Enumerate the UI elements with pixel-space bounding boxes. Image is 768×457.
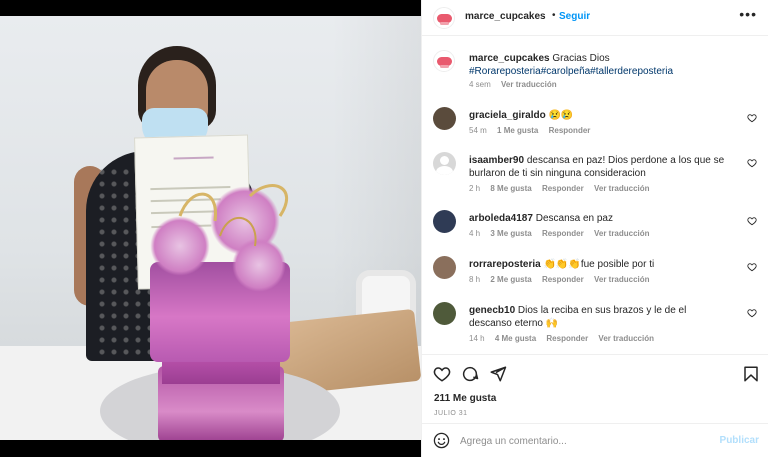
comment-username[interactable]: arboleda4187	[469, 213, 533, 224]
comment-likes[interactable]: 3 Me gusta	[490, 229, 531, 238]
author-username[interactable]: marce_cupcakes	[465, 11, 546, 22]
likes-count[interactable]: 211 Me gusta	[434, 393, 496, 404]
post-header: marce_cupcakes • Seguir •••	[422, 0, 768, 36]
author-avatar[interactable]	[433, 7, 455, 29]
comment-likes[interactable]: 4 Me gusta	[495, 334, 536, 343]
avatar-logo-accent	[440, 65, 449, 68]
post-side-panel: marce_cupcakes • Seguir ••• marce_cupcak…	[421, 0, 768, 457]
comment-time[interactable]: 14 h	[469, 334, 485, 343]
comment-translate-link[interactable]: Ver traducción	[598, 334, 654, 343]
comment-reply-button[interactable]: Responder	[542, 275, 584, 284]
comment-translate-link[interactable]: Ver traducción	[594, 229, 650, 238]
comment-meta: 14 h 4 Me gusta Responder Ver traducción	[469, 334, 662, 343]
post-photo[interactable]	[0, 16, 421, 440]
avatar-logo-accent	[440, 22, 449, 25]
caption-username[interactable]: marce_cupcakes	[469, 53, 550, 64]
comment-text: arboleda4187 Descansa en paz	[469, 212, 731, 225]
comment-username[interactable]: genecb10	[469, 305, 515, 316]
publish-button[interactable]: Publicar	[720, 435, 759, 446]
commenter-avatar[interactable]	[433, 256, 456, 279]
comment-body: 👏👏👏fue posible por ti	[543, 259, 655, 270]
bookmark-icon[interactable]	[742, 365, 760, 383]
comment-username[interactable]: isaamber90	[469, 155, 524, 166]
caption-body: Gracias Dios	[552, 53, 610, 64]
comment-item: genecb10 Dios la reciba en sus brazos y …	[433, 302, 763, 348]
comment-time[interactable]: 8 h	[469, 275, 480, 284]
comment-item: isaamber90 descansa en paz! Dios perdone…	[433, 152, 763, 198]
comment-text: genecb10 Dios la reciba en sus brazos y …	[469, 304, 731, 330]
commenter-avatar[interactable]	[433, 152, 456, 175]
comment-text: isaamber90 descansa en paz! Dios perdone…	[469, 154, 731, 180]
post-actions-bar	[422, 354, 768, 390]
commenter-avatar[interactable]	[433, 302, 456, 325]
like-heart-icon[interactable]	[747, 262, 757, 272]
comment-username[interactable]: rorrareposteria	[469, 259, 541, 270]
comment-reply-button[interactable]: Responder	[546, 334, 588, 343]
like-heart-icon[interactable]	[747, 158, 757, 168]
comment-likes[interactable]: 1 Me gusta	[497, 126, 538, 135]
comment-meta: 2 h 8 Me gusta Responder Ver traducción	[469, 184, 658, 193]
caption-time[interactable]: 4 sem	[469, 80, 491, 89]
emoji-icon[interactable]	[433, 432, 450, 449]
comment-body: 😢😢	[548, 110, 574, 121]
comment-reply-button[interactable]: Responder	[549, 126, 591, 135]
photo-gold-wire-decoration	[178, 184, 288, 247]
separator-dot: •	[552, 10, 556, 21]
comment-text: rorrareposteria 👏👏👏fue posible por ti	[469, 258, 731, 271]
caption-text: marce_cupcakes Gracias Dios #Rorareposte…	[469, 52, 731, 78]
default-avatar-body	[436, 166, 453, 175]
comment-username[interactable]: graciela_giraldo	[469, 110, 546, 121]
follow-button[interactable]: Seguir	[559, 11, 590, 22]
comment-translate-link[interactable]: Ver traducción	[594, 184, 650, 193]
add-comment-bar: Publicar	[422, 423, 768, 457]
comment-reply-button[interactable]: Responder	[542, 184, 584, 193]
post-date[interactable]: JULIO 31	[434, 410, 468, 417]
comment-reply-button[interactable]: Responder	[542, 229, 584, 238]
comment-translate-link[interactable]: Ver traducción	[594, 275, 650, 284]
comment-likes[interactable]: 8 Me gusta	[490, 184, 531, 193]
comment-time[interactable]: 4 h	[469, 229, 480, 238]
post-caption: marce_cupcakes Gracias Dios #Rorareposte…	[433, 50, 763, 92]
caption-meta: 4 sem Ver traducción	[469, 80, 565, 89]
comment-body: Descansa en paz	[535, 213, 613, 224]
comment-input[interactable]	[460, 433, 700, 449]
caption-hashtags[interactable]: #Rorareposteria#carolpeña#tallerderepost…	[469, 66, 673, 77]
comment-time[interactable]: 54 m	[469, 126, 487, 135]
comment-item: graciela_giraldo 😢😢 54 m 1 Me gusta Resp…	[433, 107, 763, 141]
like-heart-icon[interactable]	[747, 113, 757, 123]
comment-meta: 8 h 2 Me gusta Responder Ver traducción	[469, 275, 658, 284]
comment-meta: 4 h 3 Me gusta Responder Ver traducción	[469, 229, 658, 238]
more-options-icon[interactable]: •••	[739, 6, 757, 22]
certificate-logo	[173, 156, 214, 160]
comment-text: graciela_giraldo 😢😢	[469, 109, 731, 122]
like-heart-icon[interactable]	[433, 365, 451, 383]
like-heart-icon[interactable]	[747, 308, 757, 318]
comment-bubble-icon[interactable]	[461, 365, 479, 383]
like-heart-icon[interactable]	[747, 216, 757, 226]
share-paper-plane-icon[interactable]	[489, 365, 507, 383]
comments-scroll-area[interactable]: marce_cupcakes Gracias Dios #Rorareposte…	[422, 37, 768, 354]
caption-translate-link[interactable]: Ver traducción	[501, 80, 557, 89]
comment-item: rorrareposteria 👏👏👏fue posible por ti 8 …	[433, 256, 763, 290]
commenter-avatar[interactable]	[433, 210, 456, 233]
comment-likes[interactable]: 2 Me gusta	[490, 275, 531, 284]
comment-time[interactable]: 2 h	[469, 184, 480, 193]
commenter-avatar[interactable]	[433, 107, 456, 130]
default-avatar-head	[440, 156, 449, 165]
post-media	[0, 0, 421, 457]
author-avatar[interactable]	[433, 50, 455, 72]
instagram-post-view: marce_cupcakes • Seguir ••• marce_cupcak…	[0, 0, 768, 457]
comment-meta: 54 m 1 Me gusta Responder	[469, 126, 598, 135]
comment-item: arboleda4187 Descansa en paz 4 h 3 Me gu…	[433, 210, 763, 244]
